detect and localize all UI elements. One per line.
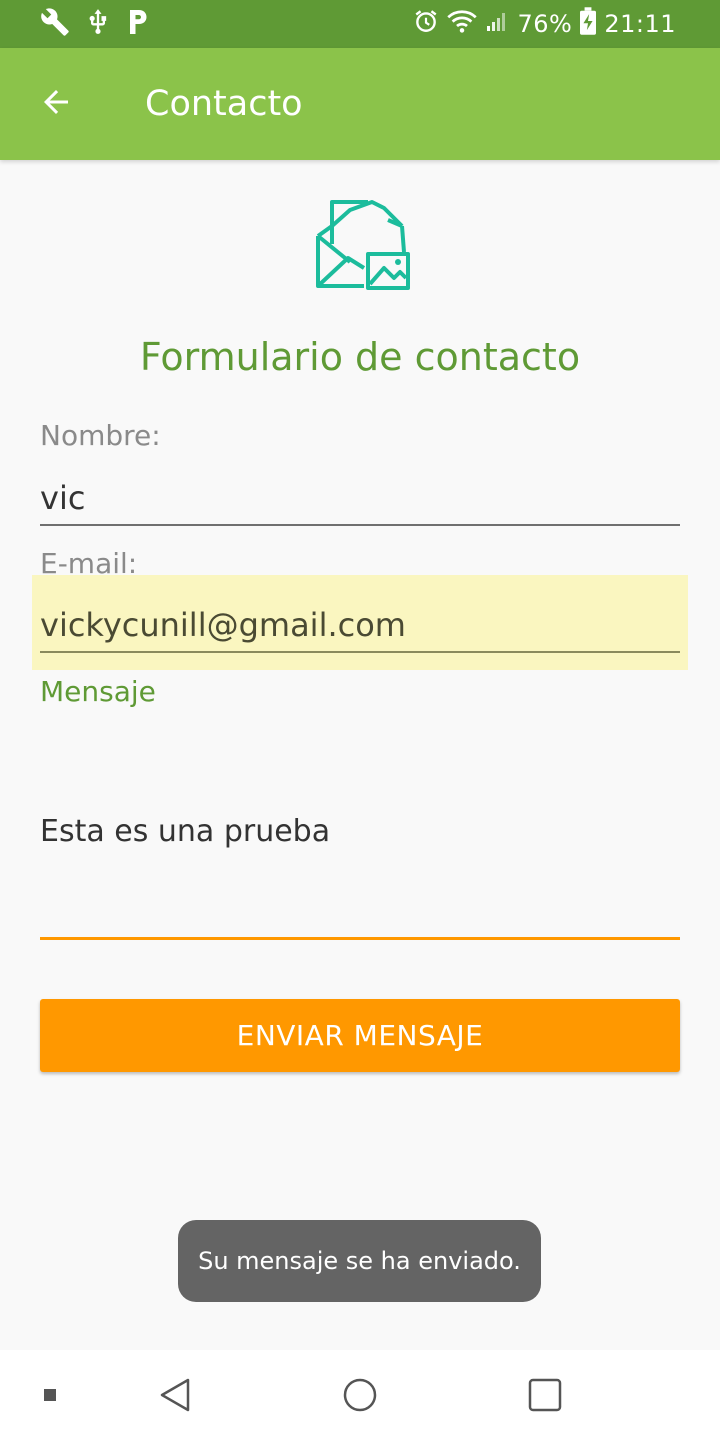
back-triangle-icon[interactable] xyxy=(155,1375,195,1415)
signal-icon xyxy=(485,9,509,39)
alarm-icon xyxy=(413,8,439,40)
message-underline xyxy=(40,937,680,940)
status-left-icons xyxy=(40,8,150,40)
battery-charging-icon xyxy=(580,7,597,41)
app-bar: Contacto xyxy=(0,48,720,160)
clock: 21:11 xyxy=(604,10,676,38)
navigation-bar xyxy=(0,1350,720,1440)
send-message-button[interactable]: ENVIAR MENSAJE xyxy=(40,999,680,1072)
home-circle-icon[interactable] xyxy=(340,1375,380,1415)
parking-icon xyxy=(126,8,150,40)
name-field[interactable]: vic xyxy=(40,476,85,520)
email-field[interactable]: vickycunill@gmail.com xyxy=(32,575,688,670)
name-label: Nombre: xyxy=(40,419,161,452)
email-value: vickycunill@gmail.com xyxy=(40,606,406,644)
overview-square-icon[interactable] xyxy=(525,1375,565,1415)
toast-message: Su mensaje se ha enviado. xyxy=(178,1220,541,1302)
wifi-icon xyxy=(447,8,478,40)
status-bar: 76% 21:11 xyxy=(0,0,720,48)
message-field[interactable]: Esta es una prueba xyxy=(40,810,330,854)
recents-square-small-icon[interactable] xyxy=(30,1375,70,1415)
email-underline xyxy=(40,651,680,653)
wrench-icon xyxy=(40,7,70,41)
name-underline xyxy=(40,524,680,526)
arrow-back-icon xyxy=(38,84,74,124)
status-right-icons: 76% 21:11 xyxy=(413,7,676,41)
back-button[interactable] xyxy=(26,74,86,134)
form-title: Formulario de contacto xyxy=(139,335,581,379)
page-title: Contacto xyxy=(145,84,303,124)
battery-percent: 76% xyxy=(517,10,573,38)
message-label: Mensaje xyxy=(40,675,156,708)
mail-image-icon xyxy=(312,196,414,294)
usb-icon xyxy=(84,8,112,40)
